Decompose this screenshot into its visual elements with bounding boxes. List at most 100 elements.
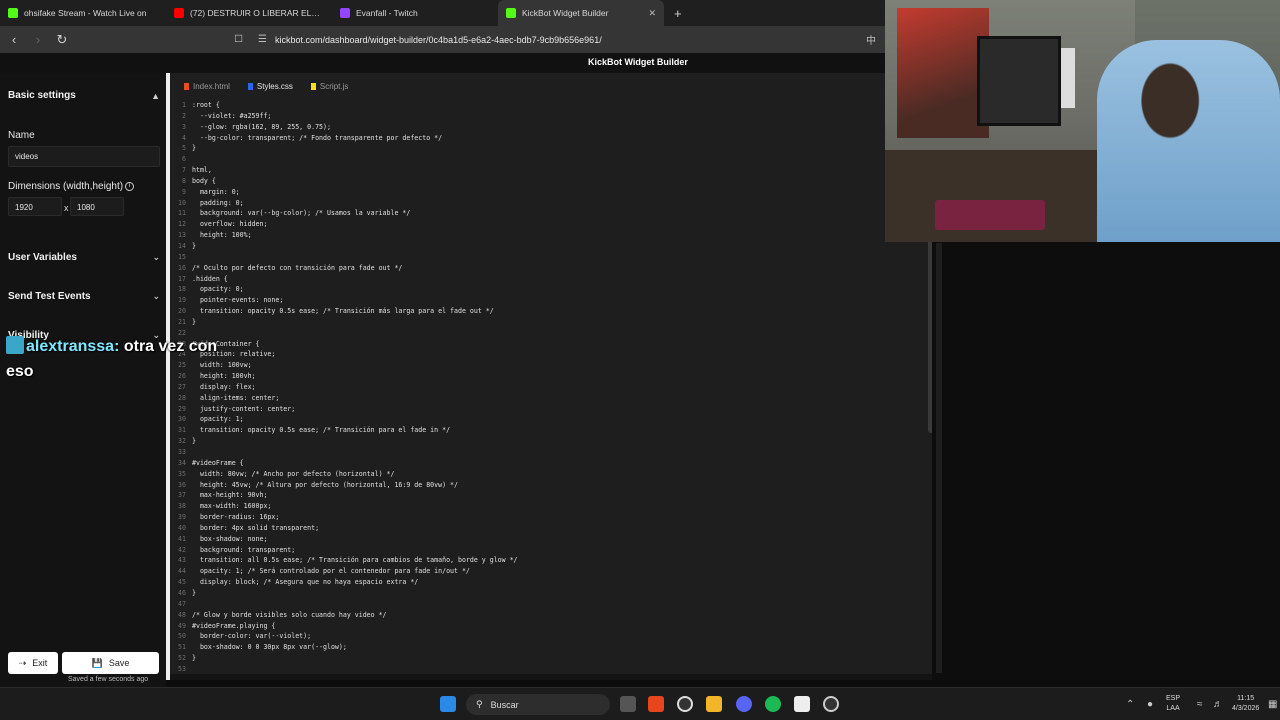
search-icon: ⚲ (476, 699, 483, 709)
line-number: 44 (178, 567, 186, 576)
browser-tab[interactable]: Evanfall - Twitch (332, 0, 498, 26)
height-field[interactable]: 1080 (70, 197, 124, 216)
code-text: border-radius: 16px; (192, 513, 280, 522)
reload-icon[interactable]: ↻ (52, 30, 72, 50)
forward-icon[interactable]: › (28, 30, 48, 50)
code-line: 22 (170, 328, 920, 339)
editor-tab[interactable]: Styles.css (244, 76, 297, 96)
preview-scrollbar[interactable] (936, 243, 942, 673)
line-number: 4 (182, 133, 186, 142)
browser-tab[interactable]: KickBot Widget Builder ✕ (498, 0, 664, 26)
start-icon[interactable] (440, 696, 456, 712)
exit-button[interactable]: ⇢ Exit (8, 652, 58, 674)
app-icon[interactable] (823, 696, 839, 712)
send-test-events-header[interactable]: Send Test Events ⌄ (8, 291, 160, 302)
volume-icon[interactable]: ♬ (1213, 699, 1223, 710)
save-button[interactable]: 💾 Save (62, 652, 159, 674)
chevron-up-icon[interactable]: ⌃ (1126, 699, 1134, 710)
webcam-person (1097, 40, 1280, 242)
app-icon[interactable] (794, 696, 810, 712)
save-icon: 💾 (91, 657, 103, 668)
back-icon[interactable]: ‹ (4, 30, 24, 50)
code-line: 16 /* Oculto por defecto con transición p… (170, 263, 920, 274)
clock[interactable]: 11:15 4/3/2026 (1232, 694, 1259, 714)
code-text: width: 80vw; /* Ancho por defecto (horiz… (192, 469, 395, 478)
exit-icon: ⇢ (18, 657, 27, 668)
code-line: 1:root { (170, 100, 920, 111)
translate-icon[interactable]: 中 (866, 32, 876, 47)
clock-time: 11:15 (1237, 695, 1255, 702)
keyboard-layout: LAA (1166, 705, 1180, 712)
code-line: 30 opacity: 1; (170, 414, 920, 425)
clock-date: 4/3/2026 (1232, 705, 1260, 712)
microphone-icon[interactable]: ● (1147, 699, 1153, 710)
line-number: 36 (178, 480, 186, 489)
code-text: height: 45vw; /* Altura por defecto (hor… (192, 480, 458, 489)
site-settings-icon[interactable]: ☰ (258, 34, 267, 45)
wifi-icon[interactable]: ≈ (1197, 699, 1203, 710)
basic-settings-header[interactable]: Basic settings ▲ (8, 90, 160, 101)
code-text: body { (192, 176, 216, 185)
chat-username: alextranssa: (26, 338, 120, 355)
exit-label: Exit (32, 658, 48, 668)
line-number: 31 (178, 426, 186, 435)
line-number: 12 (178, 220, 186, 229)
url-text: kickbot.com/dashboard/widget-builder/0c4… (274, 34, 602, 45)
browser-tab[interactable]: ohsifake Stream - Watch Live on (0, 0, 166, 26)
code-line: 19 pointer-events: none; (170, 295, 920, 306)
code-text: background: var(--bg-color); /* Usamos l… (192, 209, 411, 218)
code-line: 13 height: 100%; (170, 230, 920, 241)
code-text: opacity: 0; (192, 285, 244, 294)
code-line: 14} (170, 241, 920, 252)
close-icon[interactable]: ✕ (648, 8, 656, 19)
code-text: } (192, 588, 196, 597)
code-line: 42 background: transparent; (170, 545, 920, 556)
code-text: } (192, 437, 196, 446)
width-field[interactable]: 1920 (8, 197, 62, 216)
name-field[interactable]: videos (8, 146, 160, 167)
dimensions-label-text: Dimensions (width,height) (8, 181, 124, 192)
code-text: display: block; /* Asegura que no haya e… (192, 578, 419, 587)
code-line: 35 width: 80vw; /* Ancho por defecto (ho… (170, 469, 920, 480)
line-number: 47 (178, 599, 186, 608)
notifications-icon[interactable]: ▦ (1268, 699, 1277, 710)
file-explorer-icon[interactable] (706, 696, 722, 712)
info-icon[interactable]: i (125, 181, 135, 191)
editor-tab[interactable]: Index.html (180, 76, 234, 96)
send-test-events-label: Send Test Events (8, 291, 91, 302)
code-area[interactable]: 1:root {2 --violet: #a259ff; 3 --glow: rg… (170, 100, 920, 678)
line-number: 9 (182, 187, 186, 196)
code-line: 43 transition: all 0.5s ease; /* Transic… (170, 555, 920, 566)
code-line: 9 margin: 0; (170, 187, 920, 198)
user-variables-header[interactable]: User Variables ⌄ (8, 252, 160, 263)
page-title: KickBot Widget Builder (588, 57, 688, 67)
windows-taskbar: ⚲ Buscar ⌃ ● ESP LAA ≈ ♬ 11:15 4/3/2026 … (0, 687, 1280, 720)
language-indicator[interactable]: ESP LAA (1166, 694, 1180, 714)
new-tab-button[interactable]: + (664, 0, 692, 26)
browser-tab[interactable]: (72) DESTRUIR O LIBERAR ELPIS? (166, 0, 332, 26)
line-number: 1 (182, 101, 186, 109)
code-text: box-shadow: none; (192, 534, 268, 543)
editor-tab[interactable]: Script.js (307, 76, 352, 96)
horizontal-scrollbar[interactable] (170, 674, 932, 680)
app-icon[interactable] (677, 696, 693, 712)
spotify-icon[interactable] (765, 696, 781, 712)
code-text: html, (192, 166, 212, 175)
line-number: 29 (178, 404, 186, 413)
code-line: 23 #videoContainer { (170, 339, 920, 350)
code-line: 7 html, (170, 165, 920, 176)
taskbar-search[interactable]: ⚲ Buscar (466, 694, 610, 715)
discord-icon[interactable] (736, 696, 752, 712)
line-number: 41 (178, 534, 186, 543)
code-line: 31 transition: opacity 0.5s ease; /* Tra… (170, 425, 920, 436)
bookmark-icon[interactable]: □ (235, 31, 242, 45)
code-line: 38 max-width: 1600px; (170, 501, 920, 512)
brave-icon[interactable] (648, 696, 664, 712)
code-text: display: flex; (192, 382, 256, 391)
dimension-separator: x (64, 203, 69, 213)
code-line: 24 position: relative; (170, 349, 920, 360)
editor-tab-label: Script.js (319, 81, 349, 91)
language-code: ESP (1166, 695, 1181, 702)
task-view-icon[interactable] (620, 696, 636, 712)
address-bar[interactable]: ☰ kickbot.com/dashboard/widget-builder/0… (258, 30, 878, 49)
